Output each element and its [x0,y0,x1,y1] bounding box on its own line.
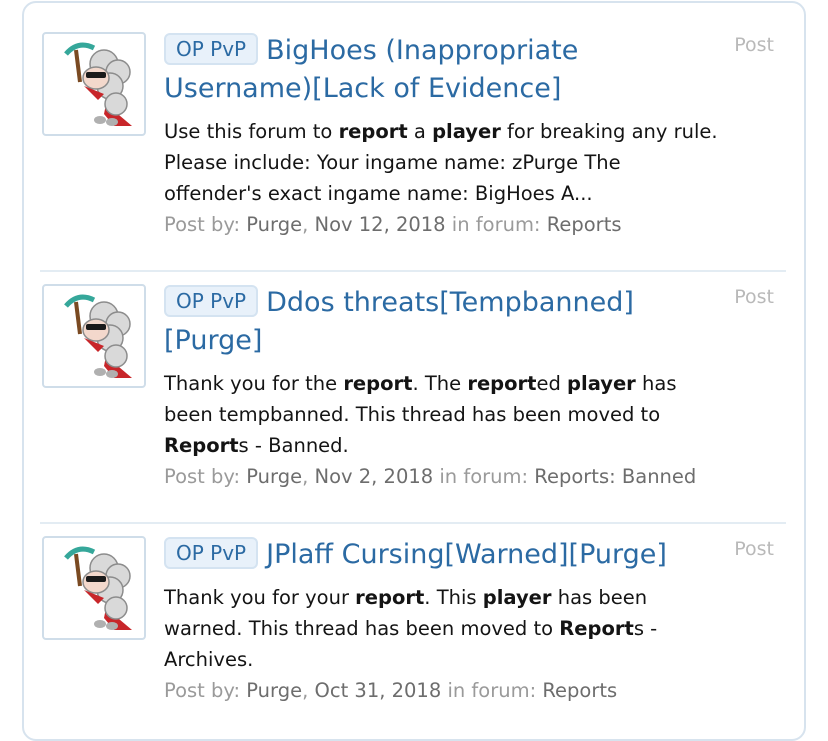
highlighted-term: report [355,586,425,609]
result-title-link[interactable]: JPlaff Cursing[Warned][Purge] [266,539,667,570]
result-meta: Post by: Purge, Nov 12, 2018 in forum: R… [164,209,724,240]
highlighted-term: Report [559,617,634,640]
sheep-avatar-icon [64,546,132,630]
highlighted-term: player [482,586,552,609]
forum-link[interactable]: Reports [547,213,622,236]
search-result: OP PvP JPlaff Cursing[Warned][Purge] Than… [40,536,788,702]
result-divider [40,270,786,272]
author-link[interactable]: Purge [246,679,302,702]
meta-comma: , [302,465,315,488]
snippet-text: . The [412,372,468,395]
snippet-text: Thank you for the [164,372,344,395]
thread-prefix-badge[interactable]: OP PvP [164,285,259,317]
snippet-text: a [407,120,433,143]
result-snippet: Thank you for your report. This player h… [164,582,724,675]
search-result: OP PvP Ddos threats[Tempbanned][Purge] Th… [40,284,788,494]
result-title-line: OP PvP BigHoes (Inappropriate Username)[L… [164,32,724,108]
result-title-line: OP PvP Ddos threats[Tempbanned][Purge] [164,284,724,360]
snippet-text: Thank you for your [164,586,356,609]
meta-comma: , [302,679,315,702]
highlighted-term: report [467,372,537,395]
sheep-avatar-icon [64,294,132,378]
post-date[interactable]: Nov 12, 2018 [315,213,446,236]
snippet-text: s - Banned. [238,434,349,457]
meta-prefix: Post by: [164,465,247,488]
thread-prefix-badge[interactable]: OP PvP [164,537,259,569]
meta-comma: , [302,213,315,236]
avatar[interactable] [42,32,146,136]
highlighted-term: report [343,372,413,395]
result-snippet: Thank you for the report. The reported p… [164,368,724,461]
search-result: OP PvP BigHoes (Inappropriate Username)[L… [40,32,788,242]
sheep-avatar-icon [64,42,132,126]
result-meta: Post by: Purge, Oct 31, 2018 in forum: R… [164,675,724,706]
avatar[interactable] [42,284,146,388]
post-date[interactable]: Oct 31, 2018 [315,679,442,702]
author-link[interactable]: Purge [246,213,302,236]
forum-prefix: in forum: [445,213,547,236]
forum-link[interactable]: Reports: Banned [534,465,696,488]
highlighted-term: report [338,120,408,143]
content-type-label: Post [734,34,774,56]
meta-prefix: Post by: [164,679,247,702]
content-type-label: Post [734,538,774,560]
forum-link[interactable]: Reports [542,679,617,702]
highlighted-term: player [432,120,501,143]
snippet-text: Use this forum to [164,120,339,143]
forum-prefix: in forum: [433,465,535,488]
post-date[interactable]: Nov 2, 2018 [315,465,434,488]
result-divider [40,522,786,524]
thread-prefix-badge[interactable]: OP PvP [164,33,259,65]
result-title-line: OP PvP JPlaff Cursing[Warned][Purge] [164,536,724,574]
avatar[interactable] [42,536,146,640]
author-link[interactable]: Purge [246,465,302,488]
content-type-label: Post [734,286,774,308]
highlighted-term: Report [164,434,239,457]
meta-prefix: Post by: [164,213,247,236]
highlighted-term: player [567,372,636,395]
snippet-text: . This [424,586,483,609]
result-snippet: Use this forum to report a player for br… [164,116,724,209]
result-meta: Post by: Purge, Nov 2, 2018 in forum: Re… [164,461,724,492]
forum-prefix: in forum: [441,679,543,702]
snippet-text: ed [536,372,568,395]
